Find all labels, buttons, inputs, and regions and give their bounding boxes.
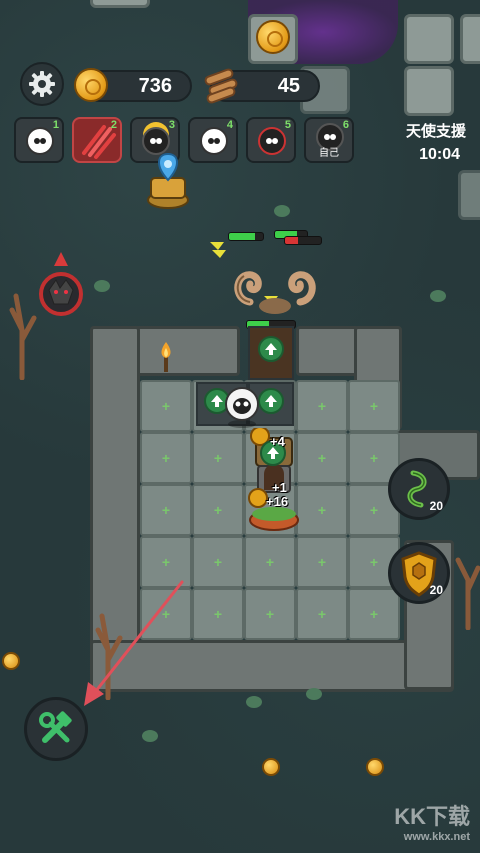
angel-support-title: 天使支援	[405, 123, 466, 140]
self-label: 自己	[319, 148, 339, 159]
coin-pickup-icon[interactable]	[256, 20, 290, 54]
arrow-indicator-icon	[210, 242, 226, 258]
gain-plus-one: +1	[272, 480, 287, 495]
floor-tile[interactable]: +	[192, 588, 244, 640]
bush-icon	[142, 730, 158, 742]
slot-number: 1	[52, 119, 59, 131]
floor-tile[interactable]: +	[296, 588, 348, 640]
white-sheep-icon	[200, 127, 228, 155]
enemy-wolf-marker-icon[interactable]	[36, 250, 86, 320]
coin-pickup-icon[interactable]	[262, 758, 280, 776]
wood-logs-icon	[203, 67, 239, 105]
unit-slot-2[interactable]: 2	[72, 117, 122, 163]
vine-skill-button[interactable]: 20	[388, 458, 450, 520]
bush-icon	[274, 205, 290, 217]
floor-tile[interactable]: +	[140, 432, 192, 484]
unit-slot-5[interactable]: 5	[246, 117, 296, 163]
location-marker-icon[interactable]	[143, 150, 193, 210]
vine-count: 20	[429, 499, 443, 513]
floor-tile[interactable]: +	[140, 380, 192, 432]
hammer-wrench-icon	[39, 711, 72, 743]
white-sheep-icon	[26, 127, 54, 155]
up-arrow-icon	[265, 343, 277, 355]
bush-icon	[246, 696, 262, 708]
watermark: KK下载 www.kkx.net	[394, 799, 470, 843]
floor-tile	[458, 170, 480, 220]
floor-tile	[460, 14, 480, 64]
up-arrow-icon	[265, 395, 277, 407]
shield-skill-button[interactable]: 20	[388, 542, 450, 604]
tutorial-pointer-arrow	[84, 580, 184, 706]
floor-tile	[404, 66, 454, 116]
floor-tile[interactable]: +	[140, 484, 192, 536]
gold-coin-icon	[74, 68, 108, 102]
wood-amount: 45	[277, 74, 300, 97]
horned-beast-enemy[interactable]	[230, 262, 320, 318]
slot-number: 2	[110, 119, 117, 131]
watermark-logo: KK下载	[394, 804, 470, 829]
floor-tile[interactable]: +	[244, 536, 296, 588]
settings-button[interactable]	[20, 62, 64, 106]
torch-icon	[161, 342, 171, 372]
bush-icon	[430, 290, 446, 302]
slot-number: 6	[342, 119, 349, 131]
slot-number: 4	[226, 119, 233, 131]
slot-number: 5	[284, 119, 291, 131]
floor-tile	[404, 14, 454, 64]
gear-icon	[29, 71, 55, 97]
enemy-health-bar	[228, 232, 264, 241]
bush-icon	[94, 280, 110, 292]
floor-tile[interactable]: +	[192, 484, 244, 536]
black-sheep-icon	[258, 127, 286, 155]
floor-tile[interactable]: +	[296, 536, 348, 588]
enemy-health-bar	[284, 236, 322, 245]
build-tools-button[interactable]	[24, 697, 88, 761]
sheep-player-character[interactable]	[222, 382, 262, 430]
gain-plus-sixteen: +16	[266, 494, 289, 509]
coin-pickup-icon[interactable]	[366, 758, 384, 776]
upgrade-gate-button[interactable]	[258, 336, 284, 362]
floor-tile[interactable]: +	[296, 380, 348, 432]
support-timer: 10:04	[419, 146, 460, 163]
unit-slot-1[interactable]: 1	[14, 117, 64, 163]
gold-amount: 736	[138, 74, 172, 97]
gain-plus-four: +4	[270, 434, 285, 449]
floor-tile[interactable]: +	[192, 536, 244, 588]
floor-tile[interactable]: +	[244, 588, 296, 640]
unit-slot-6[interactable]: 6 自己	[304, 117, 354, 163]
unit-slot-4[interactable]: 4	[188, 117, 238, 163]
slot-number: 3	[168, 119, 175, 131]
coin-pickup-icon[interactable]	[2, 652, 20, 670]
floor-tile[interactable]: +	[192, 432, 244, 484]
bush-icon	[306, 688, 322, 700]
dead-tree-icon	[9, 293, 37, 380]
floor-tile	[90, 0, 150, 8]
floor-tile[interactable]: +	[348, 380, 400, 432]
watermark-url: www.kkx.net	[403, 831, 470, 843]
dead-tree-icon	[455, 557, 480, 630]
shield-count: 20	[429, 583, 443, 597]
